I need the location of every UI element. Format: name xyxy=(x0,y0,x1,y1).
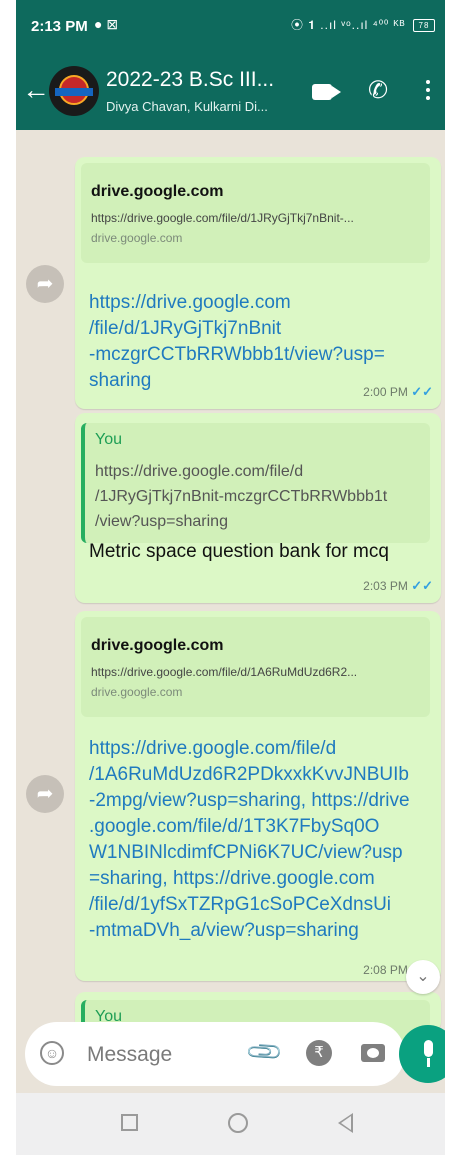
battery-icon: 78 xyxy=(413,19,435,33)
message-bubble[interactable]: You https://drive.google.com/file/d /1JR… xyxy=(75,413,441,603)
payment-icon[interactable]: ₹ xyxy=(306,1040,332,1066)
link-line[interactable]: /file/d/1JRyGjTkj7nBnit xyxy=(89,316,385,342)
message-time: 2:08 PM xyxy=(363,963,408,977)
quoted-sender: You xyxy=(95,431,122,448)
message-bubble[interactable]: drive.google.com https://drive.google.co… xyxy=(75,157,441,409)
preview-url: https://drive.google.com/file/d/1A6RuMdU… xyxy=(91,665,358,679)
link-line[interactable]: -2mpg/view?usp=sharing, https://drive xyxy=(89,788,410,814)
link-preview[interactable]: drive.google.com https://drive.google.co… xyxy=(81,617,430,717)
link-line[interactable]: -mczgrCCTbRRWbbb1t/view?usp= xyxy=(89,342,385,368)
link-line[interactable]: =sharing, https://drive.google.com xyxy=(89,866,410,892)
whatsapp-chat-screen: 2:13 PM ● ⊠ ⦿ 𝟏 ..ıl ᵛᵒ..ıl ⁴⁰⁰ ᴷᴮ 78 ← … xyxy=(16,0,445,1155)
scroll-to-bottom-icon[interactable]: ⌄ xyxy=(406,960,440,994)
link-preview[interactable]: drive.google.com https://drive.google.co… xyxy=(81,163,430,263)
message-input[interactable] xyxy=(85,1036,239,1074)
home-icon[interactable] xyxy=(228,1113,248,1133)
forward-icon[interactable]: ➦ xyxy=(26,265,64,303)
link-line[interactable]: sharing xyxy=(89,368,385,394)
read-receipt-icon: ✓✓ xyxy=(411,384,433,399)
mic-icon xyxy=(424,1040,433,1057)
voice-record-button[interactable] xyxy=(399,1025,445,1083)
camera-icon[interactable] xyxy=(361,1044,385,1062)
signal-strength-icon: ⦿ 𝟏 ..ıl ᵛᵒ..ıl ⁴⁰⁰ ᴷᴮ xyxy=(290,18,406,32)
status-bar: 2:13 PM ● ⊠ ⦿ 𝟏 ..ıl ᵛᵒ..ıl ⁴⁰⁰ ᴷᴮ 78 xyxy=(16,0,445,50)
emoji-icon[interactable]: ☺ xyxy=(40,1041,64,1065)
back-arrow-icon[interactable]: ← xyxy=(22,76,50,104)
preview-domain: drive.google.com xyxy=(91,231,183,245)
forward-icon[interactable]: ➦ xyxy=(26,775,64,813)
notification-icons: ● ⊠ xyxy=(94,16,119,32)
message-text: Metric space question bank for mcq xyxy=(89,541,389,562)
read-receipt-icon: ✓✓ xyxy=(411,578,433,593)
link-line[interactable]: -mtmaDVh_a/view?usp=sharing xyxy=(89,918,410,944)
signal-icons: ⦿ 𝟏 ..ıl ᵛᵒ..ıl ⁴⁰⁰ ᴷᴮ 78 xyxy=(291,16,435,33)
quoted-text: https://drive.google.com/file/d /1JRyGjT… xyxy=(95,459,387,534)
message-meta: 2:00 PM ✓✓ xyxy=(363,384,433,400)
preview-host: drive.google.com xyxy=(91,183,224,200)
chat-header: ← 2022-23 B.Sc III... Divya Chavan, Kulk… xyxy=(16,50,445,130)
system-nav-bar xyxy=(16,1093,445,1155)
message-link[interactable]: https://drive.google.com/file/d /1A6RuMd… xyxy=(89,736,410,944)
quoted-line: /1JRyGjTkj7nBnit-mczgrCCTbRRWbbb1t xyxy=(95,488,388,505)
attach-icon[interactable]: 📎 xyxy=(244,1032,286,1074)
back-triangle-icon[interactable] xyxy=(338,1113,353,1133)
link-line[interactable]: https://drive.google.com xyxy=(89,290,385,316)
message-composer: ☺ 📎 ₹ xyxy=(25,1022,405,1086)
message-bubble[interactable]: drive.google.com https://drive.google.co… xyxy=(75,611,441,981)
link-line[interactable]: /file/d/1yfSxTZRpG1cSoPCeXdnsUi xyxy=(89,892,410,918)
status-time: 2:13 PM xyxy=(31,18,88,35)
more-options-icon[interactable] xyxy=(426,80,430,102)
quoted-message[interactable]: You https://drive.google.com/file/d /1JR… xyxy=(81,423,430,543)
link-line[interactable]: https://drive.google.com/file/d xyxy=(89,736,410,762)
recent-apps-icon[interactable] xyxy=(121,1114,138,1131)
avatar-band xyxy=(55,88,93,96)
message-time: 2:03 PM xyxy=(363,579,408,593)
quoted-line: https://drive.google.com/file/d xyxy=(95,463,304,480)
group-members[interactable]: Divya Chavan, Kulkarni Di... xyxy=(106,99,268,114)
preview-url: https://drive.google.com/file/d/1JRyGjTk… xyxy=(91,211,354,225)
group-avatar[interactable] xyxy=(49,66,99,116)
voice-call-icon[interactable]: ✆ xyxy=(368,76,388,105)
message-link[interactable]: https://drive.google.com /file/d/1JRyGjT… xyxy=(89,290,385,394)
message-meta: 2:03 PM ✓✓ xyxy=(363,578,433,594)
preview-host: drive.google.com xyxy=(91,637,224,654)
video-call-icon[interactable] xyxy=(312,84,341,100)
link-line[interactable]: /1A6RuMdUzd6R2PDkxxkKvvJNBUIb xyxy=(89,762,410,788)
preview-domain: drive.google.com xyxy=(91,685,183,699)
quoted-line: /view?usp=sharing xyxy=(95,513,228,530)
link-line[interactable]: .google.com/file/d/1T3K7FbySq0O xyxy=(89,814,410,840)
group-title[interactable]: 2022-23 B.Sc III... xyxy=(106,68,274,92)
message-time: 2:00 PM xyxy=(363,385,408,399)
link-line[interactable]: W1NBINlcdimfCPNi6K7UC/view?usp xyxy=(89,840,410,866)
